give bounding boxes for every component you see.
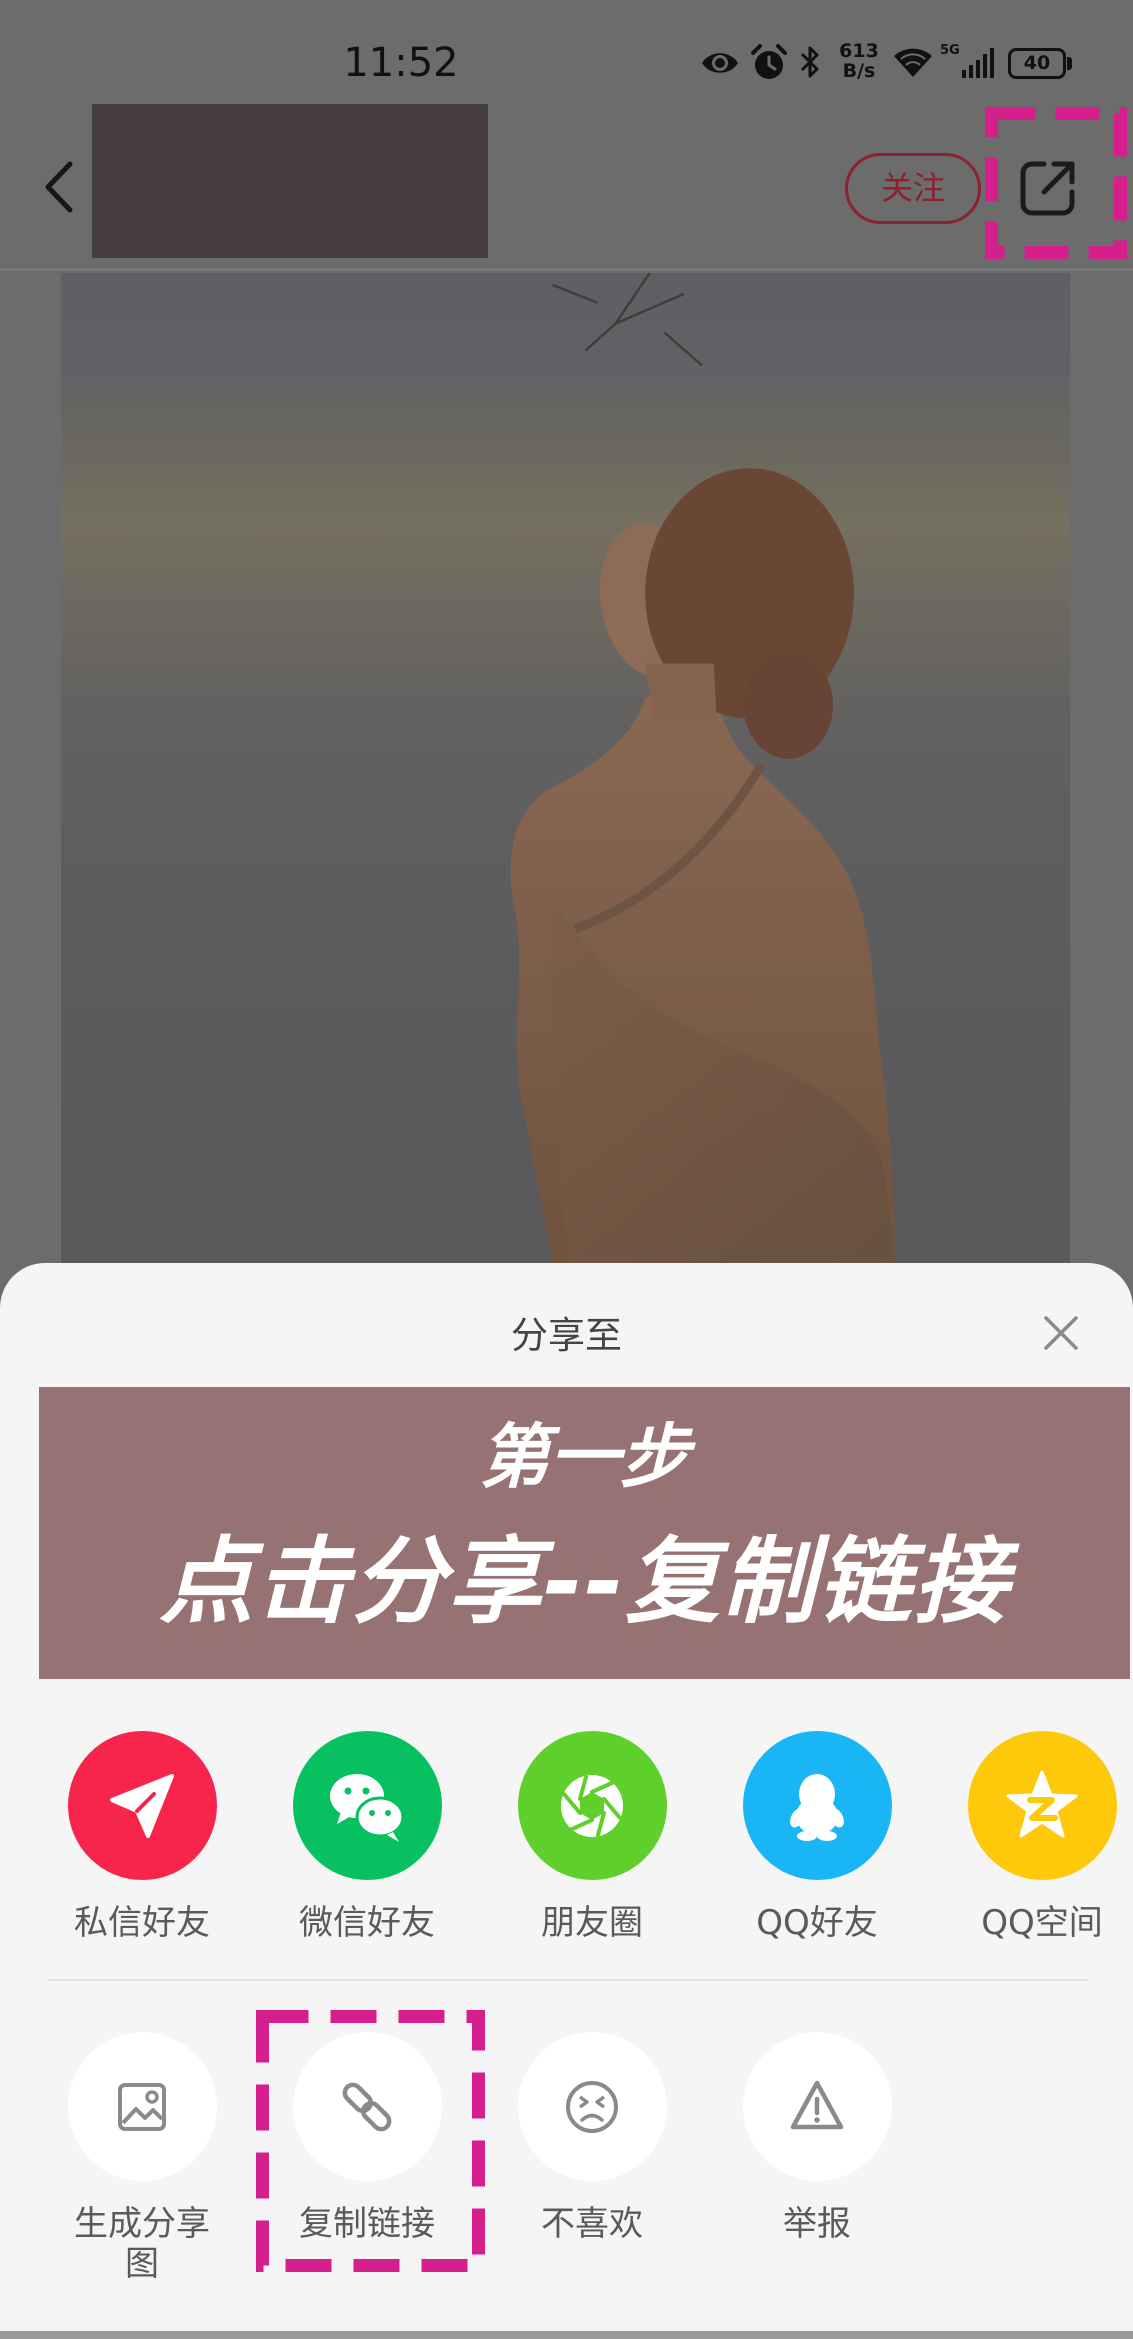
share-target-label: QQ好友 xyxy=(756,1903,878,1943)
post-photo xyxy=(61,273,1070,1264)
tree-branches xyxy=(552,273,703,367)
wechat-icon xyxy=(330,1773,405,1842)
battery-nub xyxy=(1067,57,1072,70)
action-label: 生成分享图 xyxy=(74,2204,210,2284)
image-icon xyxy=(118,2082,166,2131)
status-time: 11:52 xyxy=(343,40,459,86)
action-report[interactable]: 举报 xyxy=(727,2032,907,2244)
figure-hair-bun xyxy=(743,651,834,759)
close-icon[interactable] xyxy=(1041,1313,1081,1353)
share-target-moments[interactable]: 朋友圈 xyxy=(502,1731,682,1943)
highlight-box-copy-link xyxy=(256,2010,485,2272)
share-target-qq[interactable]: QQ好友 xyxy=(727,1731,907,1943)
share-target-icon-bg xyxy=(967,1731,1117,1880)
sheet-divider xyxy=(48,1979,1088,1981)
share-target-qzone[interactable]: QQ空间 xyxy=(952,1731,1132,1943)
highlight-box-share xyxy=(985,107,1127,259)
share-target-label: 朋友圈 xyxy=(541,1903,643,1943)
eye-icon xyxy=(702,53,738,73)
action-label: 不喜欢 xyxy=(541,2204,643,2244)
qq-icon xyxy=(790,1773,844,1841)
qzone-icon xyxy=(1006,1770,1078,1837)
network-speed: 613 B/s xyxy=(834,41,884,81)
action-icon-bg xyxy=(742,2032,892,2181)
tutorial-instruction: 点击分享--复制链接 xyxy=(159,1528,1010,1637)
tutorial-step-label: 第一步 xyxy=(479,1416,690,1498)
share-sheet-title: 分享至 xyxy=(511,1314,622,1357)
action-label: 举报 xyxy=(783,2204,851,2244)
signal-icon xyxy=(962,48,994,78)
action-icon-bg xyxy=(67,2032,217,2181)
action-icon-bg xyxy=(517,2032,667,2181)
share-target-icon-bg xyxy=(292,1731,442,1880)
battery-icon: 40 xyxy=(1008,48,1066,79)
bottom-edge xyxy=(0,2331,1133,2339)
paper-plane-icon xyxy=(110,1773,174,1838)
share-target-private-message[interactable]: 私信好友 xyxy=(52,1731,232,1943)
action-dislike[interactable]: 不喜欢 xyxy=(502,2032,682,2244)
tutorial-banner: 第一步 点击分享--复制链接 xyxy=(39,1387,1130,1679)
header-divider xyxy=(0,268,1133,271)
share-target-icon-bg xyxy=(742,1731,892,1880)
share-target-icon-bg xyxy=(517,1731,667,1880)
report-warning-icon xyxy=(790,2080,844,2129)
share-sheet: 分享至 第一步 点击分享--复制链接 私信好友 微信好友 朋友圈 QQ好友 QQ… xyxy=(0,1263,1133,2331)
share-target-icon-bg xyxy=(67,1731,217,1880)
chevron-left-icon[interactable] xyxy=(38,158,82,216)
wifi-icon xyxy=(894,48,932,77)
alarm-icon xyxy=(751,44,787,79)
network-speed-value: 613 xyxy=(839,40,879,62)
share-target-label: 微信好友 xyxy=(299,1903,435,1943)
network-speed-unit: B/s xyxy=(842,60,876,82)
share-target-wechat[interactable]: 微信好友 xyxy=(277,1731,457,1943)
follow-button[interactable]: 关注 xyxy=(845,153,981,224)
share-target-label: QQ空间 xyxy=(981,1903,1103,1943)
dislike-face-icon xyxy=(566,2080,618,2133)
battery-level: 40 xyxy=(1023,52,1051,74)
moments-icon xyxy=(561,1774,623,1837)
bluetooth-icon xyxy=(800,46,819,78)
share-target-label: 私信好友 xyxy=(74,1903,210,1943)
figure-neck xyxy=(645,663,717,721)
photo-content xyxy=(510,273,896,1264)
redacted-author-block xyxy=(92,104,488,258)
action-generate-share-image[interactable]: 生成分享图 xyxy=(52,2032,232,2284)
network-type: 5G xyxy=(940,43,960,58)
